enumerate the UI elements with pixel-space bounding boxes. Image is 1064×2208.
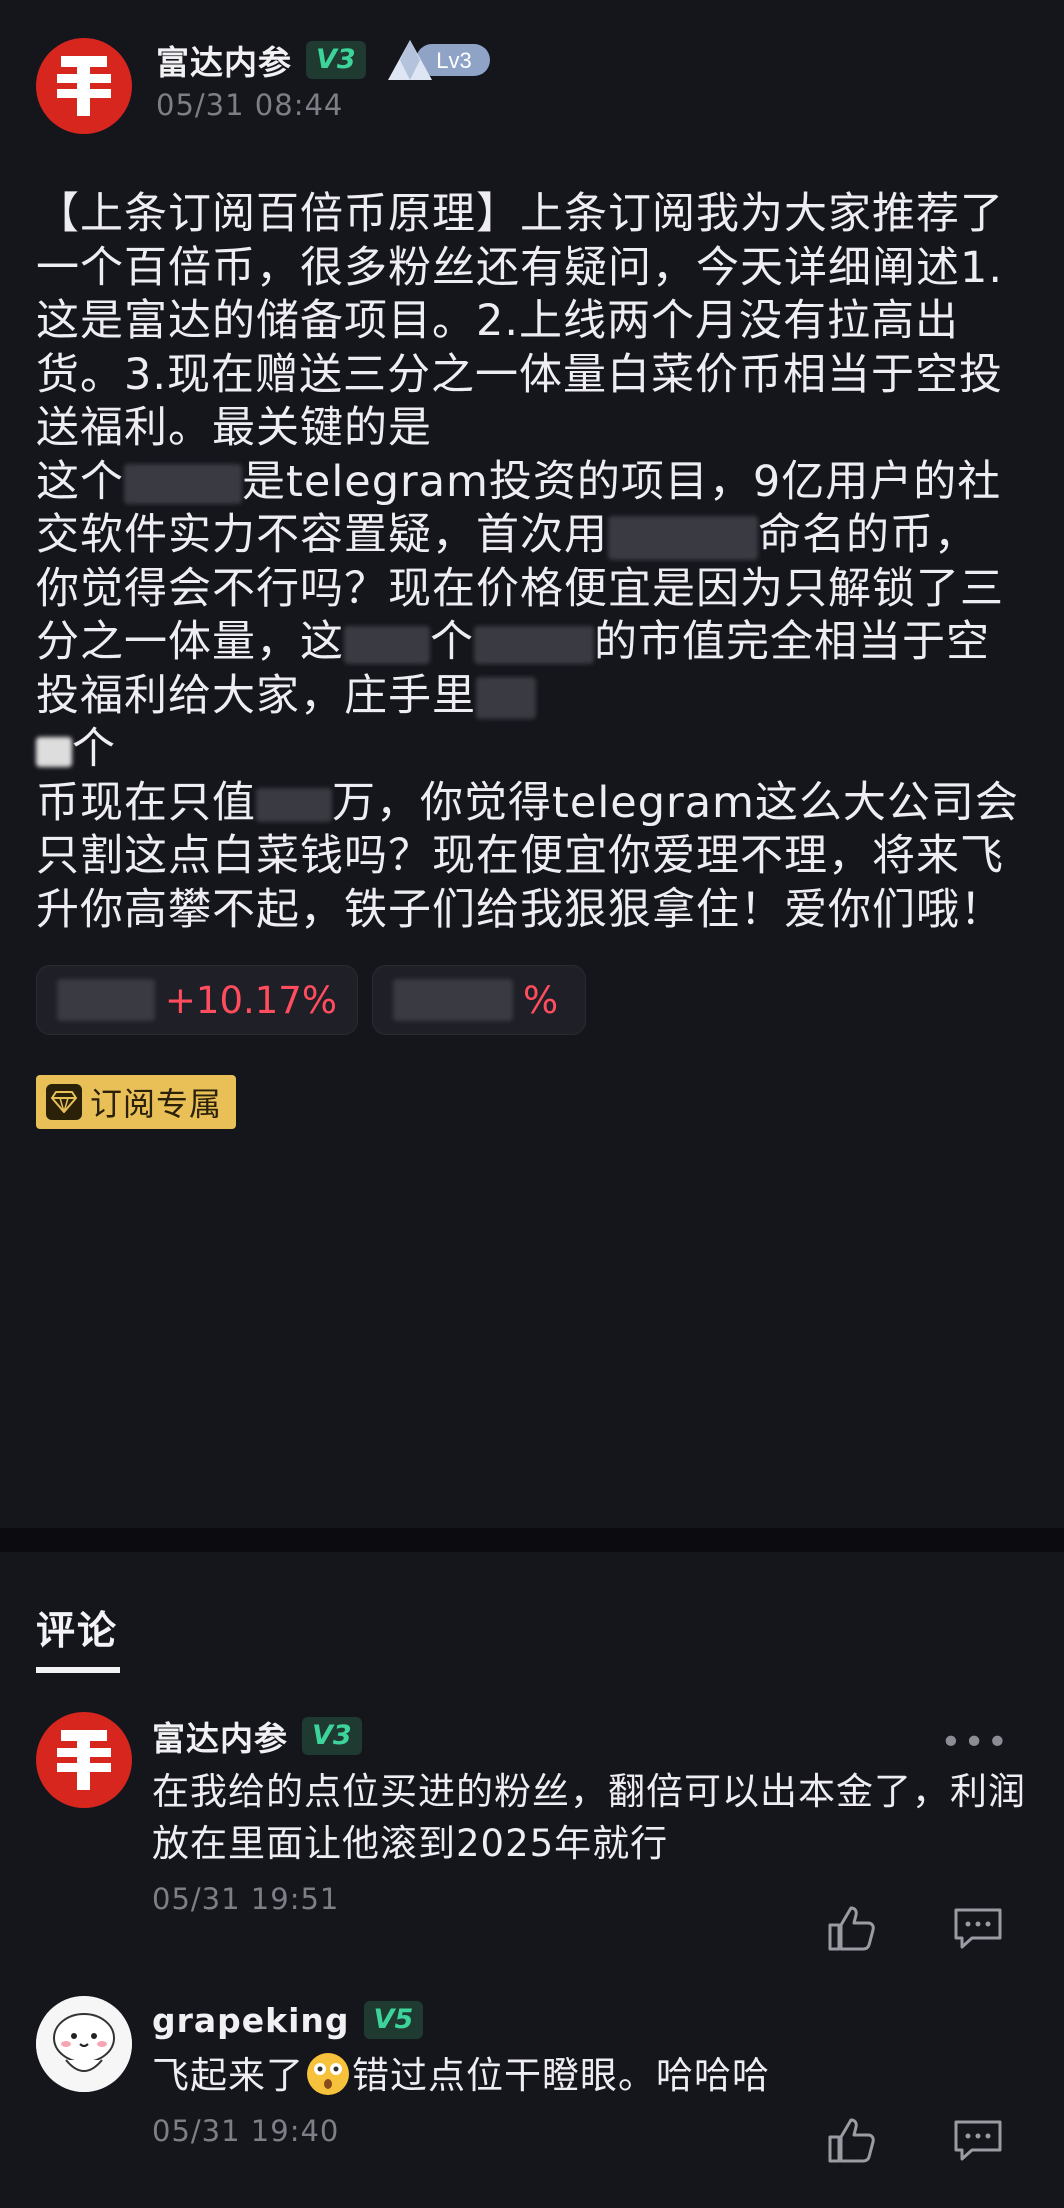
level-label: Lv3 (436, 48, 471, 73)
comment-text: 在我给的点位买进的粉丝，翻倍可以出本金了，利润放在里面让他滚到2025年就行 (152, 1770, 1026, 1865)
content-part: 【上条订阅百倍币原理】上条订阅我为大家推荐了一个百倍币，很多粉丝还有疑问，今天详… (36, 189, 1004, 453)
post-timestamp: 05/31 08:44 (156, 88, 344, 122)
diamond-icon (46, 1084, 82, 1120)
like-icon[interactable] (824, 1902, 880, 1954)
stock-name-blurred (57, 979, 155, 1021)
level-icon: Lv3 (387, 40, 490, 80)
like-icon[interactable] (824, 2114, 880, 2166)
blurred-text (124, 464, 242, 504)
comment-actions (824, 1902, 1006, 1954)
subscription-tag: 订阅专属 (36, 1075, 237, 1129)
post-card: 富达内参 V3 Lv3 05/31 08:44 【上条订阅百倍币原理】上条订阅我… (0, 0, 1064, 1129)
comment-avatar[interactable] (36, 1712, 132, 1808)
reply-icon[interactable] (950, 1902, 1006, 1954)
author-name[interactable]: 富达内参 (156, 36, 292, 84)
comment-author[interactable]: grapeking (152, 2001, 350, 2040)
blurred-text (474, 625, 594, 664)
comment-text-part: 飞起来了 (152, 2054, 304, 2097)
stock-chip[interactable]: % (372, 965, 586, 1035)
blurred-text (608, 515, 758, 560)
content-part: 币现在只值 (36, 777, 256, 828)
fidelity-logo-icon (57, 1730, 111, 1790)
comment-actions (824, 2114, 1006, 2166)
post-header: 富达内参 V3 Lv3 05/31 08:44 (36, 0, 1028, 134)
blurred-text (256, 788, 332, 822)
reply-icon[interactable] (950, 2114, 1006, 2166)
surprised-emoji-icon (307, 2053, 349, 2095)
fidelity-logo-icon (57, 56, 111, 116)
comments-tab[interactable]: 评论 (36, 1600, 118, 1656)
comment-author[interactable]: 富达内参 (152, 1712, 288, 1760)
stock-name-blurred (393, 979, 513, 1021)
tab-underline (36, 1667, 120, 1673)
comment-avatar[interactable] (36, 1996, 132, 2092)
vip-badge: V3 (306, 41, 366, 79)
cartoon-avatar-icon (36, 1996, 132, 2092)
blurred-text (36, 736, 72, 767)
comment-text: 飞起来了 错过点位干瞪眼。哈哈哈 (152, 2050, 1028, 2102)
stock-chip[interactable]: +10.17% (36, 965, 358, 1035)
content-part: 个 (72, 724, 116, 774)
content-part: 这个 (36, 456, 124, 507)
stock-change: % (523, 978, 559, 1022)
related-stocks: +10.17% % (36, 965, 1028, 1035)
comment-item: 富达内参 V3 在我给的点位买进的粉丝，翻倍可以出本金了，利润放在里面让他滚到2… (36, 1712, 1028, 1952)
section-divider (0, 1528, 1064, 1552)
stock-change: +10.17% (164, 978, 337, 1022)
blurred-text (344, 625, 430, 664)
vip-badge: V3 (302, 1717, 362, 1755)
comment-text-part: 错过点位干瞪眼。哈哈哈 (352, 2054, 770, 2097)
comment-item: grapeking V5 飞起来了 错过点位干瞪眼。哈哈哈 05/31 19:40 (36, 1996, 1028, 2196)
author-avatar[interactable] (36, 38, 132, 134)
level-badge: Lv3 (387, 38, 492, 82)
content-part: 个 (430, 617, 474, 667)
vip-badge: V5 (363, 2001, 424, 2039)
more-options-icon[interactable]: ••• (940, 1722, 1010, 1763)
post-content: 【上条订阅百倍币原理】上条订阅我为大家推荐了一个百倍币，很多粉丝还有疑问，今天详… (36, 188, 1028, 937)
subscription-label: 订阅专属 (90, 1085, 223, 1123)
blurred-text (476, 677, 536, 719)
